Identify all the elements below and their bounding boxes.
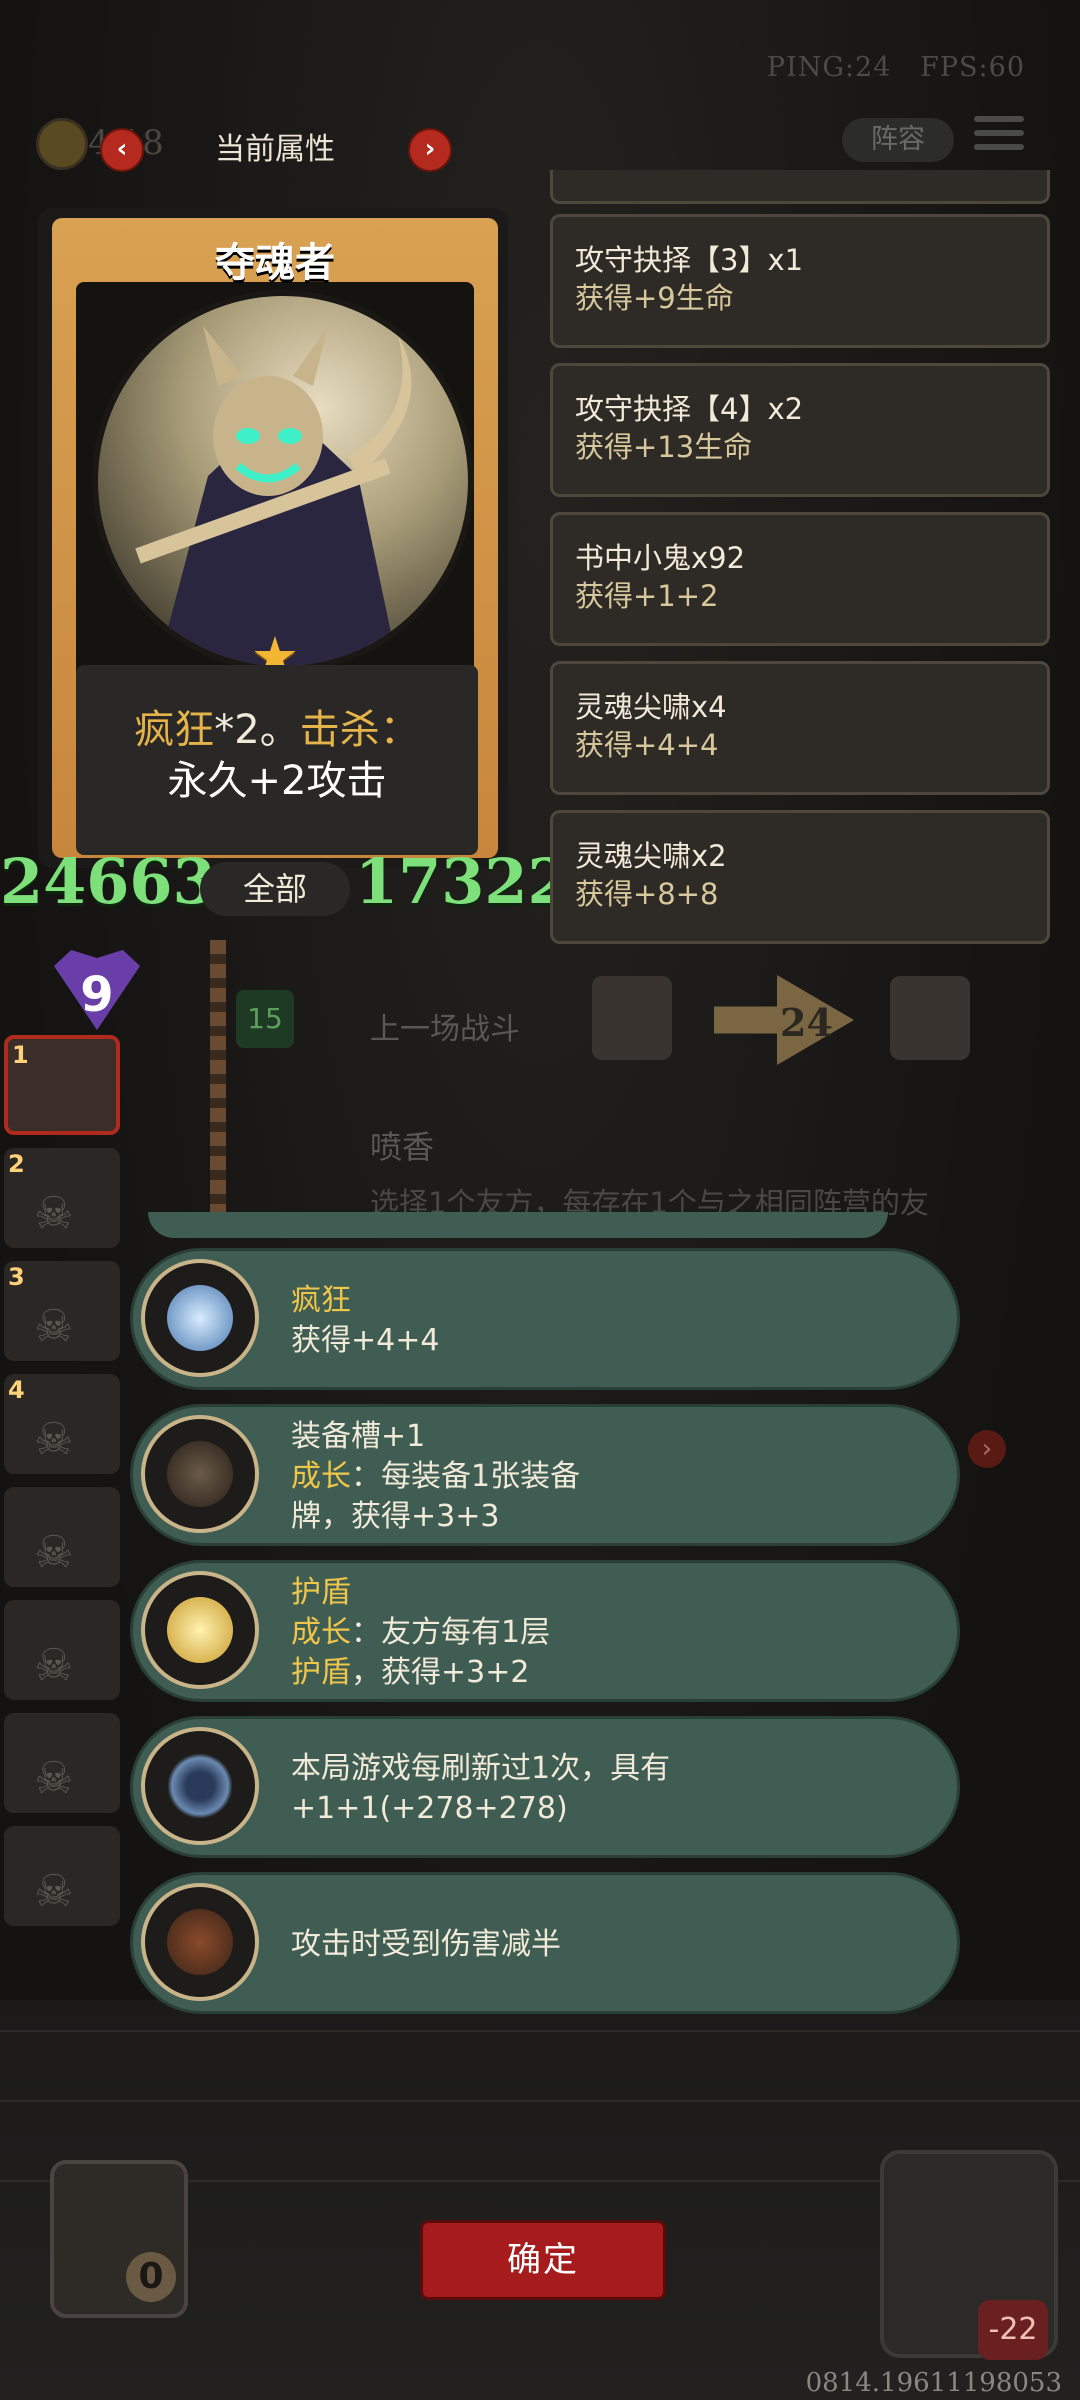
- ability-pill[interactable]: 护盾 成长：友方每有1层 护盾，获得+3+2: [130, 1560, 960, 1702]
- enemy-portrait: [890, 976, 970, 1060]
- crossbow-icon: [141, 1883, 259, 2001]
- attack-stat: 24663: [0, 845, 216, 918]
- golden-shield-icon: [141, 1571, 259, 1689]
- upgrade-list-item[interactable]: 攻守抉择【4】x2 获得+13生命: [550, 363, 1050, 497]
- roster-slot[interactable]: ☠: [4, 1713, 120, 1813]
- build-id: 0814.19611198053: [805, 2368, 1062, 2398]
- health-stat: 17322: [355, 845, 571, 918]
- roster-slot[interactable]: 3 ☠: [4, 1261, 120, 1361]
- network-stats: PING:24 FPS:60: [767, 52, 1025, 83]
- ping-text: PING:24: [766, 52, 892, 83]
- ability-pill[interactable]: 攻击时受到伤害减半: [130, 1872, 960, 2014]
- roster-slot[interactable]: 2 ☠: [4, 1148, 120, 1248]
- skull-icon: ☠: [34, 1866, 74, 1917]
- upgrade-list-item[interactable]: 书中小鬼x92 获得+1+2: [550, 512, 1050, 646]
- panel-title: 当前属性: [215, 132, 335, 167]
- refresh-ring-icon: [141, 1727, 259, 1845]
- turn-number: 24: [780, 1000, 833, 1045]
- lightning-crystal-icon: [141, 1259, 259, 1377]
- upgrade-list-item[interactable]: 灵魂尖啸x2 获得+8+8: [550, 810, 1050, 944]
- roster-slot[interactable]: 4 ☠: [4, 1374, 120, 1474]
- upgrade-list-item-partial: [550, 170, 1050, 204]
- hero-portrait: [92, 290, 474, 672]
- roster-slot[interactable]: ☠: [4, 1487, 120, 1587]
- chain-divider: [210, 940, 226, 1220]
- confirm-button[interactable]: 确定: [420, 2220, 666, 2300]
- enemy-hp-badge: -22: [978, 2300, 1048, 2360]
- skull-icon: ☠: [34, 1527, 74, 1578]
- coin-icon: [36, 118, 88, 170]
- upgrade-list-item[interactable]: 灵魂尖啸x4 获得+4+4: [550, 661, 1050, 795]
- reaper-icon: [135, 326, 412, 666]
- skill-title: 喷香: [370, 1128, 435, 1166]
- upgrade-list-item[interactable]: 攻守抉择【3】x1 获得+9生命: [550, 214, 1050, 348]
- armor-slot-icon: [141, 1415, 259, 1533]
- skull-icon: ☠: [34, 1188, 74, 1239]
- shield-counter: 15: [236, 990, 294, 1048]
- ability-pill-partial: [148, 1212, 888, 1238]
- roster-slot[interactable]: ☠: [4, 1826, 120, 1926]
- coin-counter: 0: [126, 2252, 176, 2302]
- hero-name: 夺魂者: [215, 240, 335, 286]
- skull-icon: ☠: [34, 1414, 74, 1465]
- hero-ability-description: 疯狂*2。击杀： 永久+2攻击: [76, 665, 478, 855]
- prev-page-button[interactable]: ‹: [100, 128, 144, 172]
- next-page-button[interactable]: ›: [408, 128, 452, 172]
- skull-icon: ☠: [34, 1640, 74, 1691]
- ability-pill[interactable]: 装备槽+1 成长：每装备1张装备 牌，获得+3+3: [130, 1404, 960, 1546]
- ability-pill[interactable]: 本局游戏每刷新过1次，具有 +1+1(+278+278): [130, 1716, 960, 1858]
- next-arrow-icon[interactable]: ›: [968, 1430, 1006, 1468]
- ability-pill[interactable]: 疯狂 获得+4+4: [130, 1248, 960, 1390]
- lineup-button[interactable]: 阵容: [842, 118, 954, 162]
- last-battle-label: 上一场战斗: [370, 1012, 520, 1047]
- roster-slot[interactable]: 1: [4, 1035, 120, 1135]
- filter-all-button[interactable]: 全部: [200, 862, 350, 916]
- roster-slot[interactable]: ☠: [4, 1600, 120, 1700]
- menu-icon[interactable]: [974, 116, 1024, 160]
- ally-portrait: [592, 976, 672, 1060]
- skull-icon: ☠: [34, 1753, 74, 1804]
- fps-text: FPS:60: [920, 52, 1025, 83]
- skull-icon: ☠: [34, 1301, 74, 1352]
